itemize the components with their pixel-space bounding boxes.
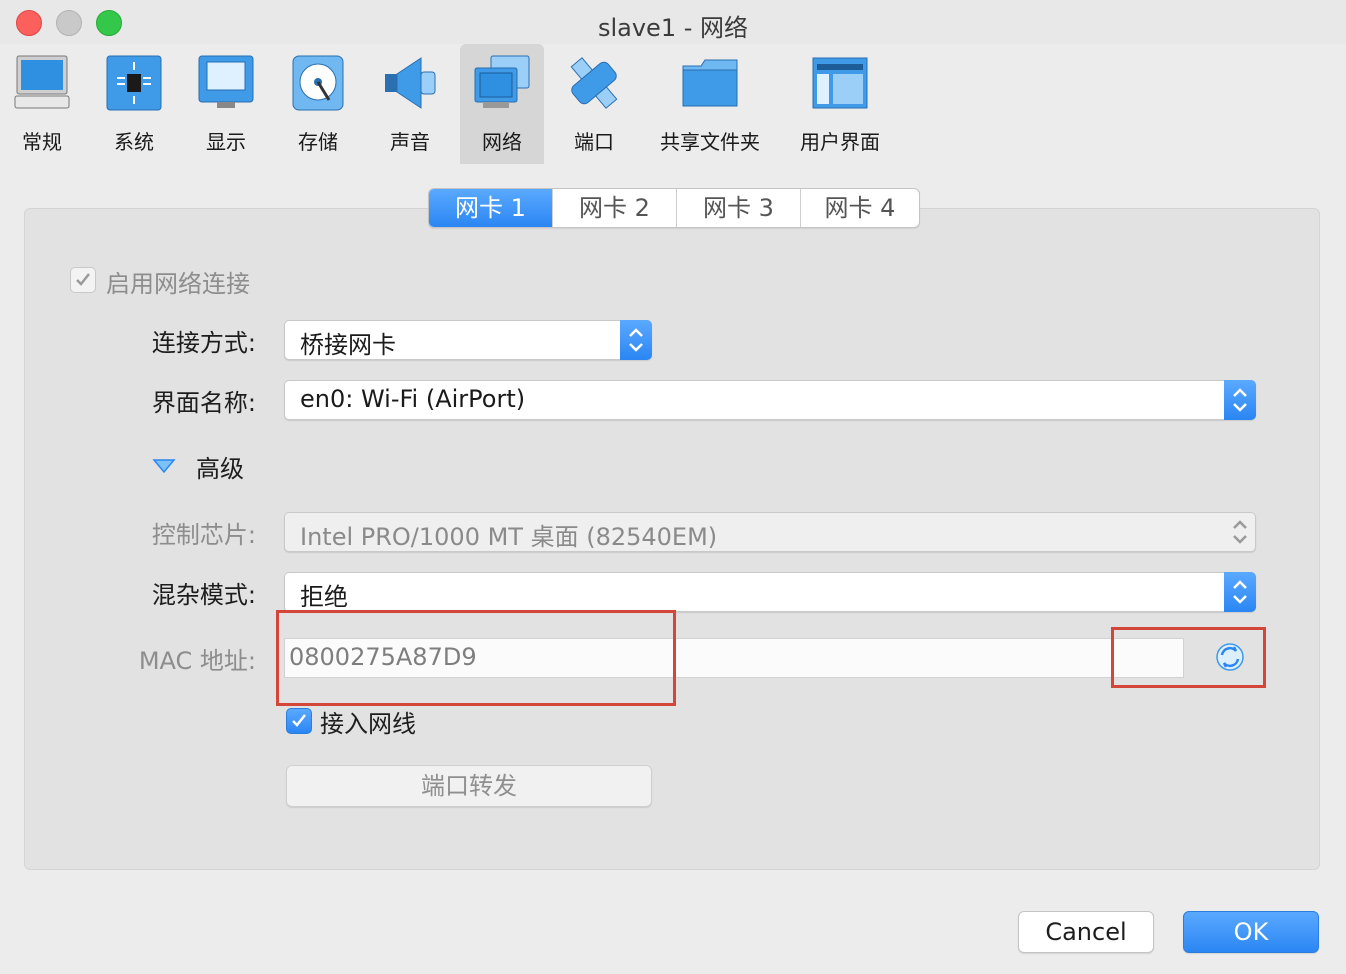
toolbar-label-storage: 存储 xyxy=(298,130,338,154)
interface-name-stepper[interactable] xyxy=(1224,380,1256,420)
toolbar-label-system: 系统 xyxy=(114,130,154,154)
toolbar-item-storage[interactable]: 存储 xyxy=(276,44,360,164)
toolbar-item-network[interactable]: 网络 xyxy=(460,44,544,164)
tab-adapter-4[interactable]: 网卡 4 xyxy=(801,189,919,227)
highlight-refresh-mac xyxy=(1111,627,1266,688)
toolbar-label-network: 网络 xyxy=(482,130,522,154)
interface-name-select[interactable]: en0: Wi-Fi (AirPort) xyxy=(284,380,1256,420)
shared-folder-icon xyxy=(682,59,738,107)
attached-to-label: 连接方式: xyxy=(151,329,256,357)
interface-name-label: 界面名称: xyxy=(151,389,256,417)
display-icon xyxy=(198,55,254,108)
cancel-button[interactable]: Cancel xyxy=(1018,911,1154,953)
toolbar-item-display[interactable]: 显示 xyxy=(184,44,268,164)
adapter-type-select: Intel PRO/1000 MT 桌面 (82540EM) xyxy=(284,512,1256,552)
tab-adapter-3[interactable]: 网卡 3 xyxy=(677,189,801,227)
cable-connected-label: 接入网线 xyxy=(320,710,416,738)
highlight-mac-value xyxy=(276,610,676,706)
chevron-updown-icon xyxy=(629,328,643,352)
interface-name-value: en0: Wi-Fi (AirPort) xyxy=(300,385,526,413)
serial-port-icon xyxy=(570,57,618,109)
network-icon xyxy=(474,55,530,108)
toolbar-item-shared-folders[interactable]: 共享文件夹 xyxy=(650,44,770,164)
disclosure-triangle-icon[interactable] xyxy=(152,458,176,474)
attached-to-stepper[interactable] xyxy=(620,320,652,360)
advanced-label[interactable]: 高级 xyxy=(196,449,244,484)
chevron-updown-icon xyxy=(1233,388,1247,412)
enable-adapter-label: 启用网络连接 xyxy=(106,270,250,298)
adapter-type-label: 控制芯片: xyxy=(151,521,256,549)
promiscuous-mode-value: 拒绝 xyxy=(300,583,348,611)
window-title: slave1 - 网络 xyxy=(597,14,749,42)
promiscuous-mode-label: 混杂模式: xyxy=(151,581,256,609)
attached-to-value: 桥接网卡 xyxy=(300,331,396,359)
speaker-icon xyxy=(385,57,436,109)
toolbar-label-ports: 端口 xyxy=(574,130,614,154)
storage-disk-icon xyxy=(292,55,344,111)
toolbar-label-shared-folders: 共享文件夹 xyxy=(660,130,760,154)
toolbar-label-display: 显示 xyxy=(206,130,246,154)
tab-adapter-2[interactable]: 网卡 2 xyxy=(553,189,677,227)
toolbar-label-audio: 声音 xyxy=(390,130,430,154)
toolbar-label-general: 常规 xyxy=(22,130,62,154)
chip-system-icon xyxy=(106,55,162,111)
port-forwarding-button[interactable]: 端口转发 xyxy=(286,765,652,807)
promiscuous-mode-select[interactable]: 拒绝 xyxy=(284,572,1256,612)
adapter-tabs: 网卡 1 网卡 2 网卡 3 网卡 4 xyxy=(428,188,920,228)
user-interface-icon xyxy=(812,57,868,109)
adapter-type-stepper xyxy=(1224,512,1256,552)
toolbar-item-audio[interactable]: 声音 xyxy=(368,44,452,164)
attached-to-select[interactable]: 桥接网卡 xyxy=(284,320,652,360)
toolbar-item-system[interactable]: 系统 xyxy=(92,44,176,164)
toolbar-item-general[interactable]: 常规 xyxy=(0,44,84,164)
toolbar-item-ports[interactable]: 端口 xyxy=(552,44,636,164)
adapter-type-value: Intel PRO/1000 MT 桌面 (82540EM) xyxy=(300,523,718,551)
promiscuous-mode-stepper[interactable] xyxy=(1224,572,1256,612)
tab-adapter-1[interactable]: 网卡 1 xyxy=(429,189,553,227)
monitor-general-icon xyxy=(14,55,70,109)
chevron-updown-icon xyxy=(1233,520,1247,544)
enable-adapter-checkbox[interactable] xyxy=(70,267,96,293)
checkmark-icon xyxy=(76,273,90,286)
checkmark-icon xyxy=(292,714,306,727)
toolbar-item-user-interface[interactable]: 用户界面 xyxy=(786,44,894,164)
chevron-updown-icon xyxy=(1233,580,1247,604)
ok-button[interactable]: OK xyxy=(1183,911,1319,953)
mac-address-label: MAC 地址: xyxy=(138,647,256,675)
cable-connected-checkbox[interactable] xyxy=(286,708,312,734)
toolbar-label-user-interface: 用户界面 xyxy=(800,130,880,154)
